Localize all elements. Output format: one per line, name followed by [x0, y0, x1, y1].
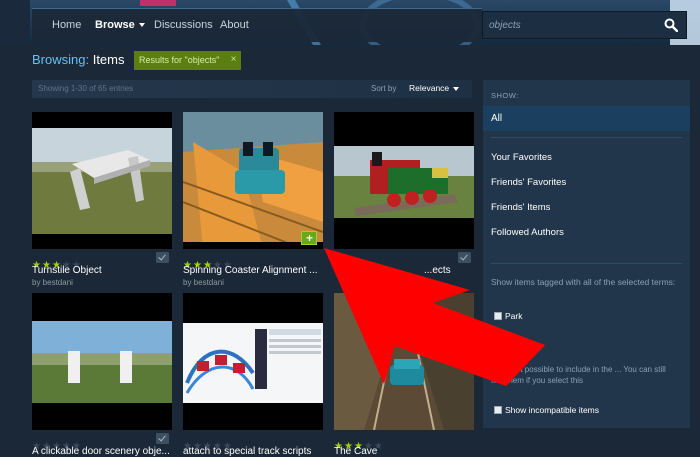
sort-dropdown[interactable]: Relevance: [409, 83, 459, 93]
item-thumbnail[interactable]: [32, 293, 172, 430]
result-count: Showing 1-30 of 65 entries: [38, 84, 134, 93]
sort-label: Sort by: [371, 84, 397, 93]
divider: [491, 137, 682, 138]
nav-discussions[interactable]: Discussions: [154, 19, 213, 31]
item-title[interactable]: Turnstile Object: [32, 265, 172, 276]
main-nav: Home Browse Discussions About: [32, 8, 482, 42]
filter-followed-authors[interactable]: Followed Authors: [491, 227, 564, 238]
subscribed-check-icon[interactable]: [458, 252, 471, 263]
filter-all[interactable]: All: [483, 106, 690, 131]
banner-art: [0, 0, 30, 45]
star-rating: ★★★★★: [183, 260, 232, 271]
incompatible-toggle[interactable]: Show incompatible items: [494, 401, 599, 419]
item-author[interactable]: by bestdani: [32, 278, 73, 287]
add-icon[interactable]: [301, 231, 317, 245]
item-thumbnail[interactable]: [32, 112, 172, 249]
subscribed-check-icon[interactable]: [156, 433, 169, 444]
star-rating: ★★★★★: [183, 441, 232, 452]
tag-park[interactable]: Park: [494, 307, 522, 325]
item-thumbnail[interactable]: [183, 112, 323, 249]
item-title[interactable]: attach to special track scripts: [183, 446, 323, 457]
nav-browse[interactable]: Browse: [95, 19, 145, 31]
item-title[interactable]: The Cave: [334, 446, 474, 457]
filter-sidebar: SHOW: All Your Favorites Friends' Favori…: [483, 80, 690, 428]
search-input[interactable]: [483, 12, 658, 38]
star-rating: ★★★★★: [32, 441, 81, 452]
tag-checkbox[interactable]: [494, 311, 502, 320]
incompatible-checkbox[interactable]: [494, 405, 502, 414]
item-title[interactable]: A clickable door scenery obje...: [32, 446, 172, 457]
banner-art: [140, 0, 176, 6]
incompatible-label: Show incompatible items: [505, 404, 600, 415]
results-filter-label: Results for "objects": [139, 55, 220, 65]
item-thumbnail[interactable]: [334, 293, 474, 430]
tag-label: Park: [505, 310, 523, 321]
incompatible-note: ...are not possible to include in the ..…: [491, 365, 666, 385]
header-banner: Home Browse Discussions About: [0, 0, 700, 45]
list-header: Showing 1-30 of 65 entries Sort by Relev…: [32, 80, 472, 98]
search-icon[interactable]: [664, 18, 678, 32]
browse-label: Browsing:: [32, 52, 90, 67]
star-rating: ★★★★★: [334, 441, 383, 452]
search-box: [482, 11, 687, 39]
nav-about[interactable]: About: [220, 19, 249, 31]
item-author[interactable]: by bestdani: [183, 278, 224, 287]
show-label: SHOW:: [491, 91, 519, 100]
filter-friends-items[interactable]: Friends' Items: [491, 202, 550, 213]
filter-friends-favorites[interactable]: Friends' Favorites: [491, 177, 566, 188]
filter-all-label: All: [491, 113, 503, 124]
item-thumbnail[interactable]: [334, 112, 474, 249]
results-filter-tag: Results for "objects" ×: [134, 51, 242, 70]
item-title[interactable]: ...ects: [424, 265, 474, 276]
divider: [491, 263, 682, 264]
page-title: Browsing: Items: [32, 52, 125, 67]
item-title[interactable]: Spinning Coaster Alignment ...: [183, 265, 323, 276]
filter-your-favorites[interactable]: Your Favorites: [491, 152, 552, 163]
close-icon[interactable]: ×: [231, 54, 237, 65]
browse-value: Items: [92, 52, 125, 67]
item-thumbnail[interactable]: [183, 293, 323, 430]
nav-home[interactable]: Home: [52, 19, 81, 31]
subscribed-check-icon[interactable]: [156, 252, 169, 263]
star-rating: ★★★★★: [32, 260, 81, 271]
tagged-help-text: Show items tagged with all of the select…: [491, 277, 676, 287]
